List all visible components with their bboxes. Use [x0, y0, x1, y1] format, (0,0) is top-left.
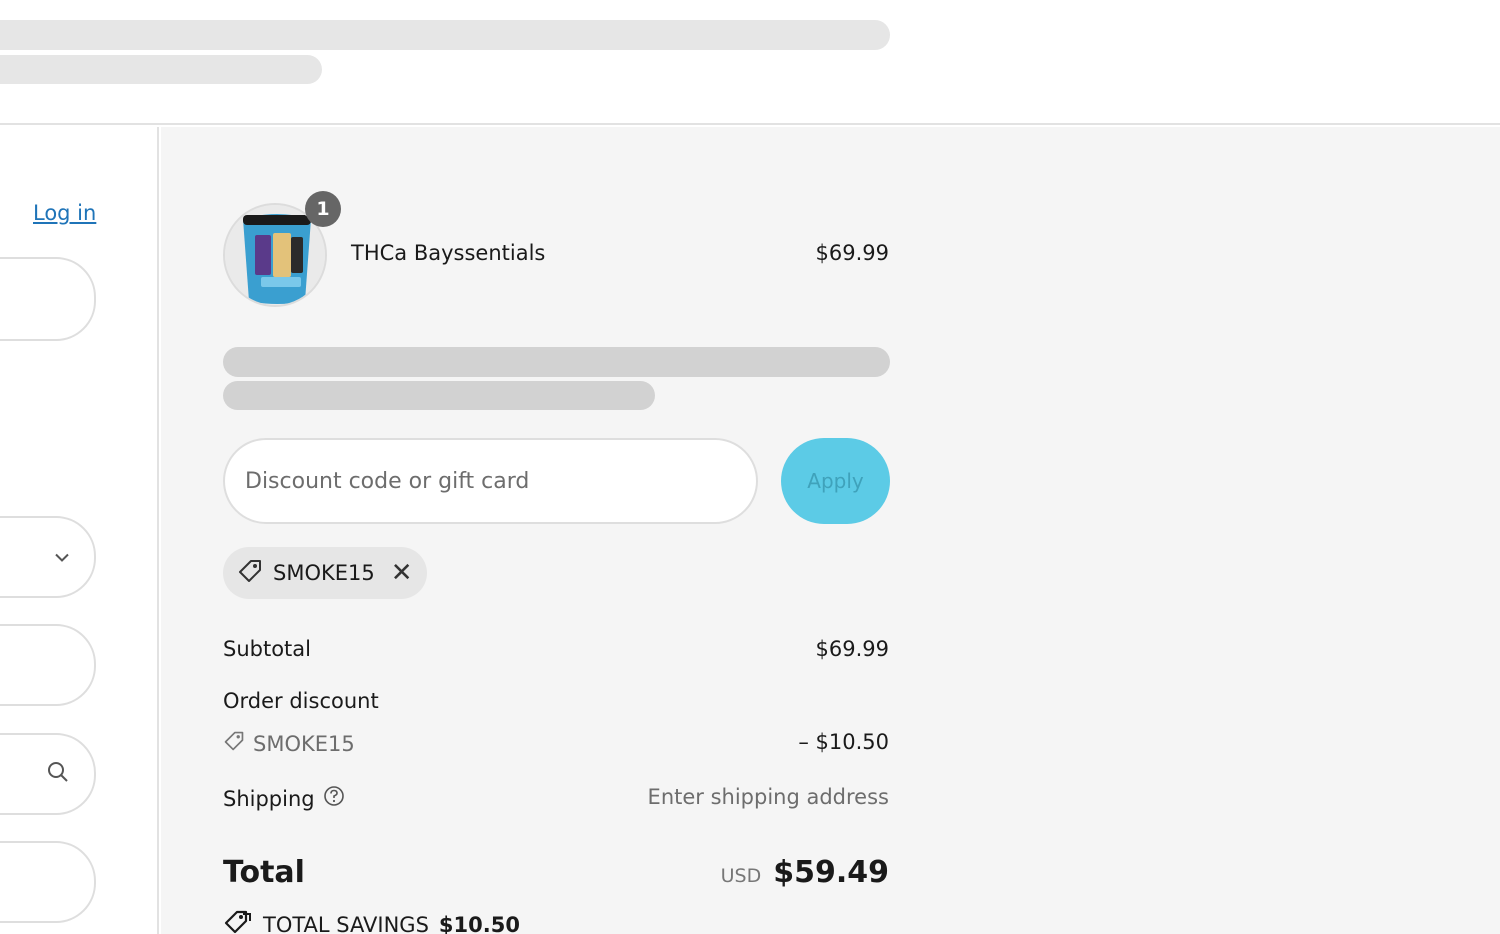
header-skeleton-line	[0, 55, 322, 84]
total-savings-row: TOTAL SAVINGS $10.50	[223, 909, 889, 934]
summary-skeleton-line	[223, 381, 655, 410]
chevron-down-icon	[54, 548, 70, 567]
shipping-value: Enter shipping address	[647, 785, 889, 809]
total-value: $59.49	[773, 855, 889, 890]
total-label: Total	[223, 855, 305, 890]
tag-icon	[223, 909, 253, 934]
name-field[interactable]	[0, 624, 96, 706]
tag-icon	[223, 730, 245, 757]
total-row: Total USD $59.49	[223, 855, 889, 890]
checkout-page: Log in 1 THCa Bayssentials $69.99 Discou…	[0, 0, 1500, 934]
header-skeleton-line	[0, 20, 890, 50]
quantity-badge: 1	[305, 191, 341, 227]
remove-discount-button[interactable]: ✕	[391, 558, 413, 588]
summary-skeleton-line	[223, 347, 890, 377]
order-discount-label: Order discount	[223, 689, 379, 713]
discount-code-input[interactable]	[223, 438, 758, 524]
discount-value: – $10.50	[798, 730, 889, 754]
order-discount-row: Order discount	[223, 689, 889, 713]
product-price: $69.99	[815, 241, 889, 265]
order-summary: 1 THCa Bayssentials $69.99 Apply SMOKE15…	[161, 127, 1500, 934]
currency-code: USD	[720, 865, 762, 887]
shipping-row: Shipping Enter shipping address	[223, 785, 889, 812]
header	[0, 0, 1500, 125]
tag-icon	[237, 558, 263, 589]
search-icon	[46, 760, 70, 788]
applied-code: SMOKE15	[273, 561, 375, 585]
savings-label: TOTAL SAVINGS	[263, 912, 429, 934]
address-field[interactable]	[0, 733, 96, 815]
discount-code: SMOKE15	[253, 731, 355, 756]
subtotal-label: Subtotal	[223, 637, 311, 661]
applied-discount-chip: SMOKE15 ✕	[223, 547, 427, 599]
total-amount: USD $59.49	[721, 855, 889, 890]
subtotal-value: $69.99	[815, 637, 889, 661]
shipping-label: Shipping	[223, 786, 315, 811]
apartment-field[interactable]	[0, 841, 96, 923]
discount-code-row: SMOKE15 – $10.50	[223, 730, 889, 757]
savings-value: $10.50	[438, 912, 520, 934]
product-name: THCa Bayssentials	[351, 241, 546, 265]
checkout-form-column: Log in	[0, 127, 159, 934]
country-select[interactable]	[0, 516, 96, 598]
email-field[interactable]	[0, 257, 96, 341]
subtotal-row: Subtotal $69.99	[223, 637, 889, 661]
login-link[interactable]: Log in	[33, 201, 96, 225]
help-icon[interactable]	[323, 785, 345, 812]
line-item: 1 THCa Bayssentials $69.99	[223, 191, 889, 307]
apply-button[interactable]: Apply	[781, 438, 890, 524]
